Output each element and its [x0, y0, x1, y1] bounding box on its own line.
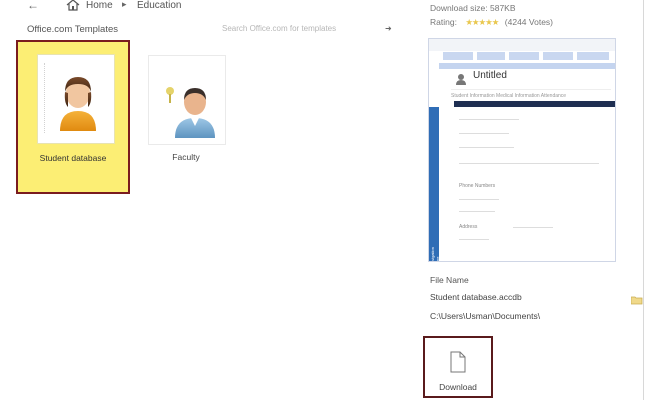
faculty-avatar-icon: [166, 87, 215, 138]
student-avatar-icon: [60, 77, 96, 131]
rating-row: Rating: ★★★★★ (4244 Votes): [430, 17, 553, 28]
breadcrumb-current[interactable]: Education: [137, 0, 181, 11]
template-label: Student database: [39, 153, 107, 163]
breadcrumb-separator-icon: ▸: [122, 0, 127, 9]
breadcrumb-home[interactable]: Home: [86, 0, 113, 11]
back-arrow-icon[interactable]: ←: [27, 0, 39, 12]
rating-votes: (4244 Votes): [504, 17, 553, 27]
template-label: Faculty: [172, 152, 200, 162]
search-go-icon[interactable]: ➜: [385, 24, 392, 33]
preview-title: Untitled: [473, 70, 507, 81]
person-icon: [456, 74, 466, 85]
folder-icon[interactable]: [630, 292, 643, 310]
search-input[interactable]: Search Office.com for templates: [222, 24, 372, 38]
download-button[interactable]: Download: [423, 336, 493, 398]
preview-field-phone: Phone Numbers: [459, 183, 496, 189]
template-tile-faculty[interactable]: [148, 55, 226, 145]
rating-label: Rating:: [430, 17, 457, 27]
file-name-label: File Name: [430, 275, 469, 285]
document-icon: [450, 351, 466, 373]
window-edge: [643, 0, 644, 400]
rating-stars-icon: ★★★★★: [465, 17, 499, 27]
section-title: Office.com Templates: [27, 24, 118, 35]
download-size: Download size: 587KB: [430, 3, 516, 13]
preview-nav-pane: Navigation Pane: [429, 107, 440, 261]
preview-tabs: Student Information Medical Information …: [451, 93, 567, 99]
file-path: C:\Users\Usman\Documents\: [430, 311, 541, 321]
preview-field-address: Address: [459, 224, 478, 230]
template-thumbnail: [37, 54, 115, 144]
breadcrumb: ← Home ▸ Education: [0, 0, 420, 14]
home-icon[interactable]: [66, 0, 80, 16]
file-name-field[interactable]: Student database.accdb: [430, 292, 522, 302]
template-tile-student-database[interactable]: Student database: [16, 40, 130, 194]
preview-ribbon: [429, 39, 615, 51]
download-label: Download: [439, 382, 477, 392]
template-preview: Untitled Student Information Medical Inf…: [428, 38, 616, 262]
